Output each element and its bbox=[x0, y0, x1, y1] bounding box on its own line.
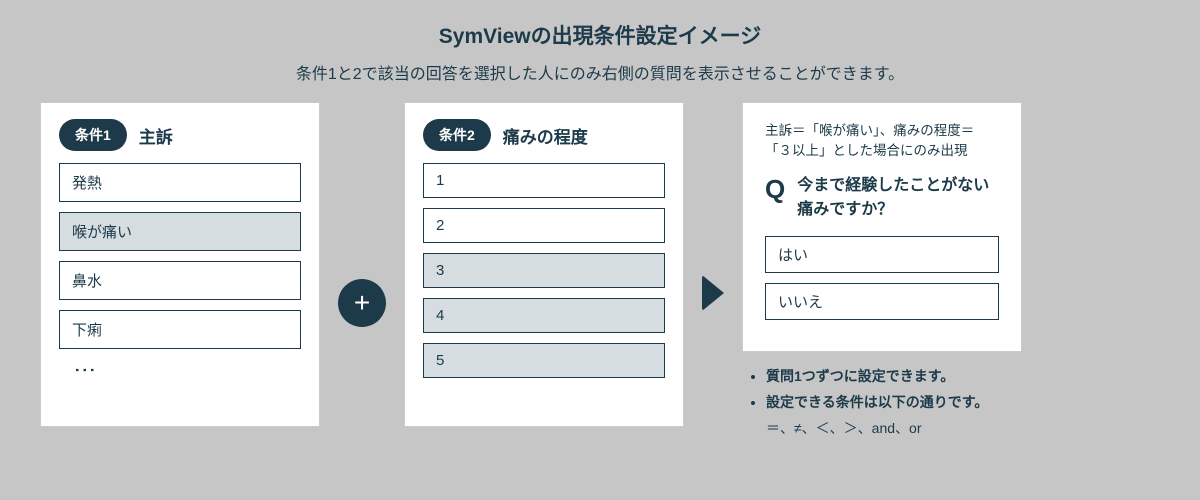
result-card: 主訴＝「喉が痛い」、痛みの程度＝「３以上」とした場合にのみ出現 Q 今まで経験し… bbox=[742, 102, 1022, 352]
condition2-card: 条件2 痛みの程度 1 2 3 4 5 bbox=[404, 102, 684, 427]
result-column: 主訴＝「喉が痛い」、痛みの程度＝「３以上」とした場合にのみ出現 Q 今まで経験し… bbox=[742, 102, 1102, 444]
page-subtitle: 条件1と2で該当の回答を選択した人にのみ右側の質問を表示させることができます。 bbox=[40, 60, 1160, 84]
condition2-option[interactable]: 1 bbox=[423, 163, 665, 198]
condition2-option[interactable]: 4 bbox=[423, 298, 665, 333]
footnote-operators: ＝、≠、＜、＞、and、or bbox=[766, 418, 1102, 438]
condition1-option[interactable]: 鼻水 bbox=[59, 261, 301, 300]
footnotes: 質問1つずつに設定できます。 設定できる条件は以下の通りです。 ＝、≠、＜、＞、… bbox=[742, 366, 1102, 444]
condition2-label: 痛みの程度 bbox=[503, 123, 588, 148]
plus-icon: + bbox=[338, 279, 386, 327]
more-icon: ⋮ bbox=[79, 359, 92, 385]
result-question: 今まで経験したことがない痛みですか？ bbox=[797, 174, 999, 222]
condition2-option[interactable]: 2 bbox=[423, 208, 665, 243]
condition2-option[interactable]: 3 bbox=[423, 253, 665, 288]
condition2-pill: 条件2 bbox=[423, 119, 491, 151]
condition1-pill: 条件1 bbox=[59, 119, 127, 151]
condition1-card: 条件1 主訴 発熱 喉が痛い 鼻水 下痢 ⋮ bbox=[40, 102, 320, 427]
result-option[interactable]: はい bbox=[765, 236, 999, 273]
footnote-item: 質問1つずつに設定できます。 bbox=[766, 366, 1102, 386]
condition1-option[interactable]: 発熱 bbox=[59, 163, 301, 202]
footnote-item: 設定できる条件は以下の通りです。 bbox=[766, 392, 1102, 412]
arrow-icon bbox=[702, 275, 724, 311]
diagram-row: 条件1 主訴 発熱 喉が痛い 鼻水 下痢 ⋮ + 条件2 痛みの程度 1 2 3… bbox=[40, 102, 1160, 444]
condition1-option[interactable]: 喉が痛い bbox=[59, 212, 301, 251]
result-option[interactable]: いいえ bbox=[765, 283, 999, 320]
condition1-label: 主訴 bbox=[139, 123, 173, 148]
condition1-option[interactable]: 下痢 bbox=[59, 310, 301, 349]
question-mark-icon: Q bbox=[765, 174, 785, 205]
condition2-option[interactable]: 5 bbox=[423, 343, 665, 378]
result-condition-note: 主訴＝「喉が痛い」、痛みの程度＝「３以上」とした場合にのみ出現 bbox=[765, 121, 999, 162]
page-title: SymViewの出現条件設定イメージ bbox=[40, 20, 1160, 50]
